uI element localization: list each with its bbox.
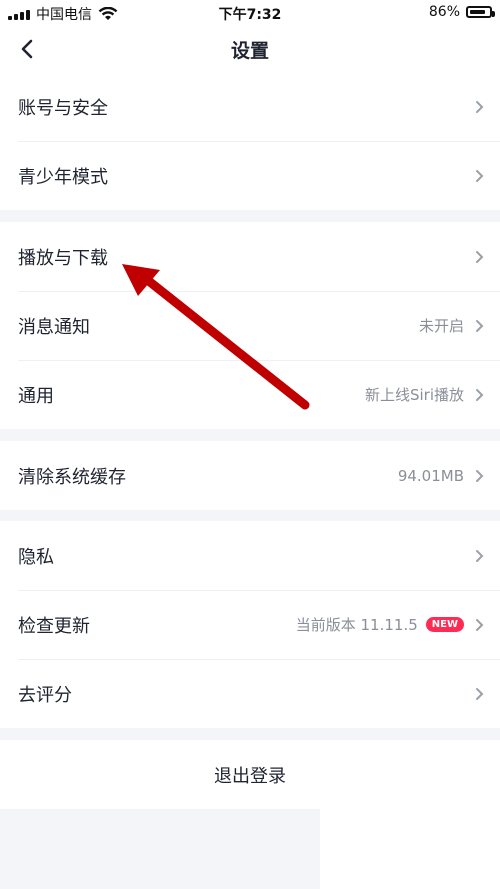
battery-icon [466, 6, 495, 18]
row-label: 播放与下载 [18, 248, 108, 269]
chevron-right-icon [476, 388, 484, 401]
row-label: 消息通知 [18, 317, 90, 338]
settings-row-playback-download[interactable]: 播放与下载 [0, 222, 500, 291]
row-right [474, 222, 484, 291]
row-right [474, 659, 484, 728]
row-value: 未开启 [418, 317, 464, 335]
battery-percent: 86% [428, 4, 460, 20]
settings-row-check-update[interactable]: 检查更新 当前版本 11.11.5 NEW [0, 590, 500, 659]
settings-group-cache: 清除系统缓存 94.01MB [0, 441, 500, 510]
settings-row-clear-cache[interactable]: 清除系统缓存 94.01MB [0, 441, 500, 510]
battery-fill [470, 10, 486, 14]
row-right: 当前版本 11.11.5 NEW [296, 590, 484, 659]
row-right [474, 141, 484, 210]
status-bar: 中国电信 下午7:32 86% [0, 0, 500, 26]
chevron-right-icon [476, 100, 484, 113]
page-title: 设置 [230, 40, 269, 62]
status-right: 86% [428, 4, 495, 20]
row-value: 新上线Siri播放 [364, 386, 464, 404]
settings-row-notifications[interactable]: 消息通知 未开启 [0, 291, 500, 360]
row-right: 新上线Siri播放 [365, 360, 484, 429]
row-value: 当前版本 11.11.5 [295, 616, 418, 634]
settings-row-account-security[interactable]: 账号与安全 [0, 72, 500, 141]
chevron-right-icon [476, 169, 484, 182]
row-label: 隐私 [18, 547, 54, 568]
settings-group-account: 账号与安全 青少年模式 [0, 72, 500, 210]
logout-label: 退出登录 [214, 765, 286, 787]
nav-bar: 设置 [0, 26, 500, 72]
chevron-right-icon [476, 319, 484, 332]
chevron-right-icon [476, 549, 484, 562]
chevron-right-icon [476, 618, 484, 631]
row-label: 清除系统缓存 [18, 467, 126, 488]
settings-group-playback: 播放与下载 消息通知 未开启 通用 新上线Siri播放 [0, 222, 500, 429]
row-right: 未开启 [419, 291, 484, 360]
row-label: 账号与安全 [18, 98, 108, 119]
settings-group-about: 隐私 检查更新 当前版本 11.11.5 NEW 去评分 [0, 521, 500, 728]
new-badge: NEW [425, 617, 464, 632]
settings-row-rate[interactable]: 去评分 [0, 659, 500, 728]
status-time: 下午7:32 [218, 7, 282, 23]
settings-row-privacy[interactable]: 隐私 [0, 521, 500, 590]
row-right [474, 72, 484, 141]
row-right: 94.01MB [398, 441, 484, 510]
row-right [474, 521, 484, 590]
row-label: 去评分 [18, 685, 72, 706]
row-value: 94.01MB [397, 466, 464, 485]
logout-button[interactable]: 退出登录 [0, 740, 500, 809]
settings-row-general[interactable]: 通用 新上线Siri播放 [0, 360, 500, 429]
chevron-right-icon [476, 250, 484, 263]
settings-row-youth-mode[interactable]: 青少年模式 [0, 141, 500, 210]
chevron-right-icon [476, 469, 484, 482]
chevron-right-icon [476, 687, 484, 700]
row-label: 通用 [18, 386, 54, 407]
row-label: 青少年模式 [18, 167, 108, 188]
row-label: 检查更新 [18, 616, 90, 637]
bottom-panel [320, 809, 500, 889]
